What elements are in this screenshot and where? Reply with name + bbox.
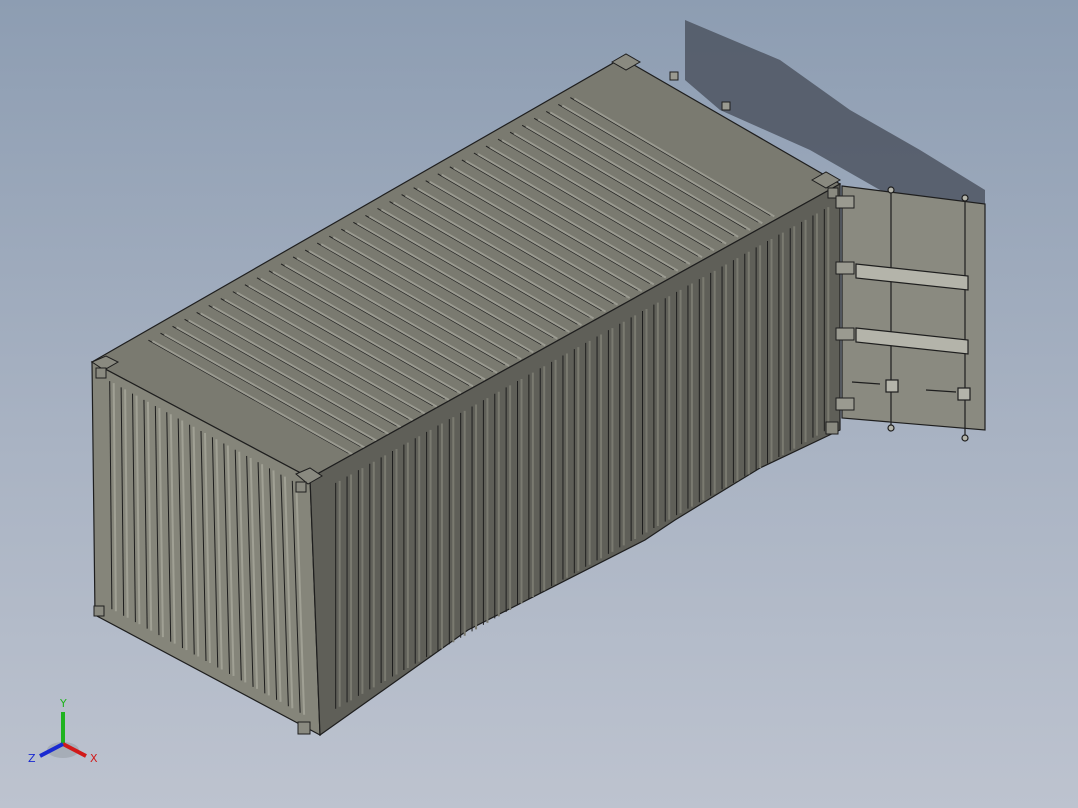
axis-triad: Y X Z (28, 697, 98, 765)
container-model-view[interactable] (0, 0, 1078, 808)
x-axis-label: X (90, 752, 98, 765)
z-axis-label: Z (28, 752, 36, 765)
y-axis-label: Y (59, 697, 67, 710)
3d-viewport[interactable]: Y X Z (0, 0, 1078, 808)
